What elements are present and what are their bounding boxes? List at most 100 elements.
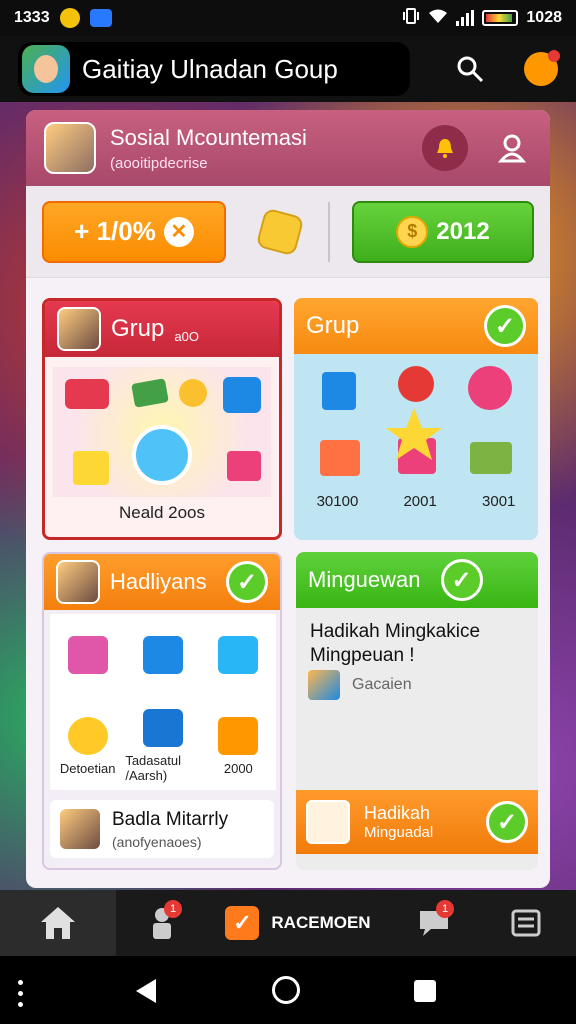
profile-subtitle: (aooitipdecrise <box>110 154 208 172</box>
item-grid: Detoetian Tadasatul /Aarsh) 2000 <box>50 614 276 790</box>
action-row: + 1/0% ✕ $ 2012 <box>26 186 550 278</box>
item-tile[interactable]: Tadasatul /Aarsh) <box>125 702 200 790</box>
card-title: Grup <box>111 315 165 342</box>
item-tile[interactable] <box>125 614 200 702</box>
card-title: Minguewan <box>308 567 421 592</box>
app-logo <box>22 45 70 93</box>
book-icon <box>142 709 183 747</box>
status-clock: 1028 <box>526 9 562 26</box>
rewards-illustration <box>53 367 271 497</box>
card-label: 3001 <box>482 493 516 510</box>
nav-main-label: RACEMOEN <box>271 913 371 932</box>
claim-bar[interactable]: Hadikah Minguadal ✓ <box>296 790 538 854</box>
ticket-icon <box>218 636 259 674</box>
nav-messages[interactable]: 1 <box>388 890 480 956</box>
check-icon: ✓ <box>225 906 260 940</box>
coins-label: 2012 <box>436 217 490 245</box>
claim-title: Hadikah <box>364 803 431 823</box>
profile-bar: Sosial Mcountemasi (aooitipdecrise <box>26 110 550 186</box>
card-meta: Gacaien <box>308 670 412 700</box>
bottom-nav: 1 ✓ RACEMOEN 1 <box>0 890 576 956</box>
check-icon: ✓ <box>486 801 528 843</box>
app-title: Gaitiay Ulnadan Goup <box>82 53 338 84</box>
avatar <box>57 307 101 351</box>
item-tile[interactable] <box>50 614 125 702</box>
card-title: Grup <box>306 312 360 339</box>
pancake-icon <box>67 716 108 755</box>
check-icon: ✓ <box>484 305 526 347</box>
member-name: Badla Mitarrly <box>112 808 229 830</box>
card-header: Hadliyans ✓ <box>44 554 280 610</box>
card-title-suffix: a0O <box>174 328 199 344</box>
card-title: Hadliyans <box>110 569 207 594</box>
gift-box-icon <box>67 636 108 674</box>
add-percent-button[interactable]: + 1/0% ✕ <box>42 200 226 263</box>
avatar <box>58 807 102 851</box>
item-label: 2000 <box>223 760 253 776</box>
card-label: 30100 <box>316 493 359 510</box>
recent-apps-icon[interactable] <box>414 980 436 1002</box>
group-card-red[interactable]: Grup a0O Neald 2oos <box>42 298 282 540</box>
box-icon <box>308 670 340 700</box>
vibrate-icon <box>402 7 420 29</box>
items-illustration <box>320 366 512 476</box>
more-dots-icon[interactable] <box>18 980 24 1013</box>
nav-menu[interactable] <box>480 890 572 956</box>
app-header: Gaitiay Ulnadan Goup <box>0 36 576 102</box>
dollar-coin-icon: $ <box>396 215 429 248</box>
card-footer: Neald 2oos <box>118 503 205 522</box>
main-panel: Sosial Mcountemasi (aooitipdecrise + 1/0… <box>26 110 550 888</box>
app-notification-icon <box>89 9 112 27</box>
add-percent-label: + 1/0% <box>74 216 156 246</box>
back-icon[interactable] <box>134 978 158 1009</box>
coins-button[interactable]: $ 2012 <box>352 200 534 263</box>
member-subtitle: (anofyenaoes) <box>112 833 202 850</box>
robot-icon <box>306 800 350 844</box>
status-time: 1333 <box>14 9 50 26</box>
item-tile[interactable] <box>201 614 276 702</box>
card-body-text: Hadikah Mingkakice Mingpeuan ! <box>310 621 481 666</box>
avatar <box>56 560 100 604</box>
member-row[interactable]: Badla Mitarrly (anofyenaoes) <box>50 800 274 858</box>
home-icon <box>41 907 75 939</box>
group-card-blue[interactable]: Grup ✓ 30100 2001 3001 <box>294 298 538 540</box>
battery-icon <box>482 10 519 26</box>
card-header: Grup ✓ <box>294 298 538 354</box>
close-icon: ✕ <box>163 216 194 247</box>
holidays-card[interactable]: Hadliyans ✓ Detoetian Tadasatul /Aarsh) … <box>42 552 282 870</box>
user-button[interactable] <box>492 128 532 168</box>
nav-profile[interactable]: 1 <box>116 890 208 956</box>
gift-box-icon <box>218 716 259 755</box>
meta-label: Gacaien <box>352 676 412 693</box>
nav-main-action[interactable]: ✓ RACEMOEN <box>208 890 388 956</box>
card-header: Minguewan ✓ <box>296 552 538 608</box>
nav-home[interactable] <box>0 890 116 956</box>
notification-badge: 1 <box>436 900 454 918</box>
status-bar: 1333 1028 <box>0 0 576 36</box>
chest-icon <box>142 636 183 674</box>
item-label: Tadasatul /Aarsh) <box>125 753 181 783</box>
avatar[interactable] <box>44 122 96 174</box>
emoji-notification-icon <box>59 8 80 28</box>
search-icon[interactable] <box>452 51 488 87</box>
item-tile[interactable]: Detoetian <box>50 702 125 790</box>
item-tile[interactable]: 2000 <box>201 702 276 790</box>
wifi-icon <box>428 8 448 29</box>
divider <box>328 201 330 262</box>
bell-icon <box>437 139 453 158</box>
check-icon: ✓ <box>226 561 268 603</box>
bell-button[interactable] <box>422 125 468 171</box>
settings-gear-icon[interactable] <box>524 50 560 86</box>
card-label: 2001 <box>403 493 437 510</box>
app-title-bar: Gaitiay Ulnadan Goup <box>18 42 410 96</box>
card-header: Grup a0O <box>45 301 279 357</box>
coin-icon[interactable] <box>255 207 305 256</box>
card-labels: 30100 2001 3001 <box>294 493 538 510</box>
home-circle-icon[interactable] <box>272 976 300 1004</box>
check-icon: ✓ <box>440 559 483 601</box>
claim-subtitle: Minguadal <box>364 824 434 841</box>
weekly-card[interactable]: Minguewan ✓ Hadikah Mingkakice Mingpeuan… <box>296 552 538 870</box>
list-icon <box>511 909 541 937</box>
notification-badge: 1 <box>164 900 182 918</box>
user-icon <box>498 134 526 163</box>
